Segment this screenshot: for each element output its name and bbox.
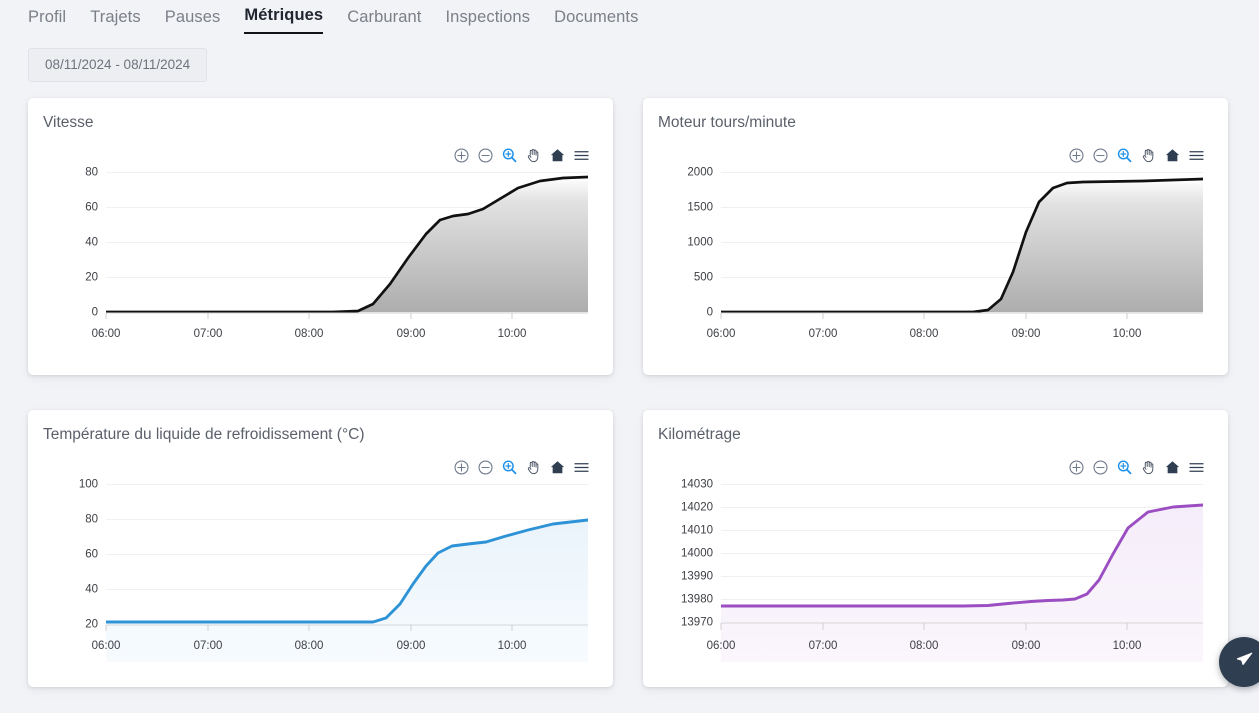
zoom-out-icon[interactable] (1091, 146, 1110, 165)
tab-profil[interactable]: Profil (28, 9, 66, 35)
metric-card-vitesse: Vitesse (28, 98, 613, 375)
reset-zoom-home-icon[interactable] (548, 146, 567, 165)
x-tick-label: 08:00 (295, 640, 324, 652)
chart-toolbar-temperature (452, 458, 591, 477)
y-tick-label: 80 (85, 514, 98, 526)
main-tabs: Profil Trajets Pauses Métriques Carburan… (0, 0, 1259, 34)
chart-vitesse[interactable]: 80 60 40 20 0 06:00 07:00 08:00 09:00 10… (28, 154, 613, 367)
zoom-in-icon[interactable] (452, 146, 471, 165)
x-tick-label: 08:00 (910, 640, 939, 652)
reset-zoom-home-icon[interactable] (548, 458, 567, 477)
x-tick-label: 08:00 (910, 328, 939, 340)
y-tick-label: 60 (85, 202, 98, 214)
tab-metriques[interactable]: Métriques (244, 7, 323, 35)
selection-zoom-icon[interactable] (500, 146, 519, 165)
metric-card-temperature-liquide-refroidissement: Température du liquide de refroidissemen… (28, 410, 613, 687)
menu-icon[interactable] (572, 458, 591, 477)
y-tick-label: 80 (85, 167, 98, 179)
tab-inspections[interactable]: Inspections (445, 9, 530, 35)
x-tick-label: 10:00 (498, 328, 527, 340)
metric-card-moteur-tours-minute: Moteur tours/minute (643, 98, 1228, 375)
x-tick-label: 07:00 (809, 640, 838, 652)
x-tick-label: 07:00 (194, 328, 223, 340)
panning-icon[interactable] (1139, 458, 1158, 477)
y-tick-label: 1000 (687, 237, 713, 249)
y-tick-label: 1500 (687, 202, 713, 214)
tab-documents[interactable]: Documents (554, 9, 638, 35)
y-tick-label: 20 (85, 619, 98, 631)
metric-card-kilometrage: Kilométrage (643, 410, 1228, 687)
chart-kilometrage[interactable]: 14030 14020 14010 14000 13990 13980 1397… (643, 466, 1228, 679)
y-tick-label: 40 (85, 237, 98, 249)
card-title-vitesse: Vitesse (43, 114, 94, 133)
y-tick-label: 2000 (687, 167, 713, 179)
panning-icon[interactable] (1139, 146, 1158, 165)
x-tick-label: 10:00 (498, 640, 527, 652)
x-tick-label: 09:00 (397, 640, 426, 652)
card-title-temperature: Température du liquide de refroidissemen… (43, 426, 365, 445)
y-tick-label: 500 (694, 272, 713, 284)
menu-icon[interactable] (572, 146, 591, 165)
chart-toolbar-kilometrage (1067, 458, 1206, 477)
zoom-in-icon[interactable] (452, 458, 471, 477)
x-tick-label: 10:00 (1113, 328, 1142, 340)
y-tick-label: 60 (85, 549, 98, 561)
chart-moteur-tours-minute[interactable]: 2000 1500 1000 500 0 06:00 07:00 08:00 0… (643, 154, 1228, 367)
x-tick-label: 09:00 (1012, 328, 1041, 340)
reset-zoom-home-icon[interactable] (1163, 458, 1182, 477)
chart-temperature-liquide-refroidissement[interactable]: 100 80 60 40 20 06:00 07:00 08:00 09:00 … (28, 466, 613, 679)
menu-icon[interactable] (1187, 458, 1206, 477)
selection-zoom-icon[interactable] (1115, 458, 1134, 477)
y-tick-label: 40 (85, 584, 98, 596)
y-tick-label: 13970 (681, 617, 713, 629)
x-tick-label: 09:00 (1012, 640, 1041, 652)
tab-pauses[interactable]: Pauses (165, 9, 221, 35)
card-title-kilometrage: Kilométrage (658, 426, 741, 445)
filters-bar: 08/11/2024 - 08/11/2024 (0, 34, 1259, 82)
zoom-out-icon[interactable] (1091, 458, 1110, 477)
y-tick-label: 14030 (681, 479, 713, 491)
y-tick-label: 0 (707, 307, 713, 319)
y-tick-label: 100 (79, 479, 98, 491)
x-tick-label: 06:00 (707, 328, 736, 340)
x-tick-label: 08:00 (295, 328, 324, 340)
x-tick-label: 06:00 (92, 328, 121, 340)
x-tick-label: 10:00 (1113, 640, 1142, 652)
zoom-out-icon[interactable] (476, 458, 495, 477)
chart-toolbar-moteur (1067, 146, 1206, 165)
y-tick-label: 0 (92, 307, 98, 319)
panning-icon[interactable] (524, 458, 543, 477)
send-icon (1235, 650, 1254, 674)
panning-icon[interactable] (524, 146, 543, 165)
y-tick-label: 20 (85, 272, 98, 284)
selection-zoom-icon[interactable] (1115, 146, 1134, 165)
zoom-in-icon[interactable] (1067, 458, 1086, 477)
reset-zoom-home-icon[interactable] (1163, 146, 1182, 165)
x-tick-label: 06:00 (707, 640, 736, 652)
tab-carburant[interactable]: Carburant (347, 9, 421, 35)
y-tick-label: 14020 (681, 502, 713, 514)
card-title-moteur: Moteur tours/minute (658, 114, 796, 133)
metrics-grid: Vitesse (28, 98, 1228, 687)
y-tick-label: 14000 (681, 548, 713, 560)
date-range-input[interactable]: 08/11/2024 - 08/11/2024 (28, 48, 207, 82)
selection-zoom-icon[interactable] (500, 458, 519, 477)
y-tick-label: 14010 (681, 525, 713, 537)
zoom-in-icon[interactable] (1067, 146, 1086, 165)
x-tick-label: 07:00 (809, 328, 838, 340)
x-tick-label: 09:00 (397, 328, 426, 340)
y-tick-label: 13980 (681, 594, 713, 606)
menu-icon[interactable] (1187, 146, 1206, 165)
chart-toolbar-vitesse (452, 146, 591, 165)
zoom-out-icon[interactable] (476, 146, 495, 165)
y-tick-label: 13990 (681, 571, 713, 583)
tab-trajets[interactable]: Trajets (90, 9, 141, 35)
x-tick-label: 07:00 (194, 640, 223, 652)
x-tick-label: 06:00 (92, 640, 121, 652)
